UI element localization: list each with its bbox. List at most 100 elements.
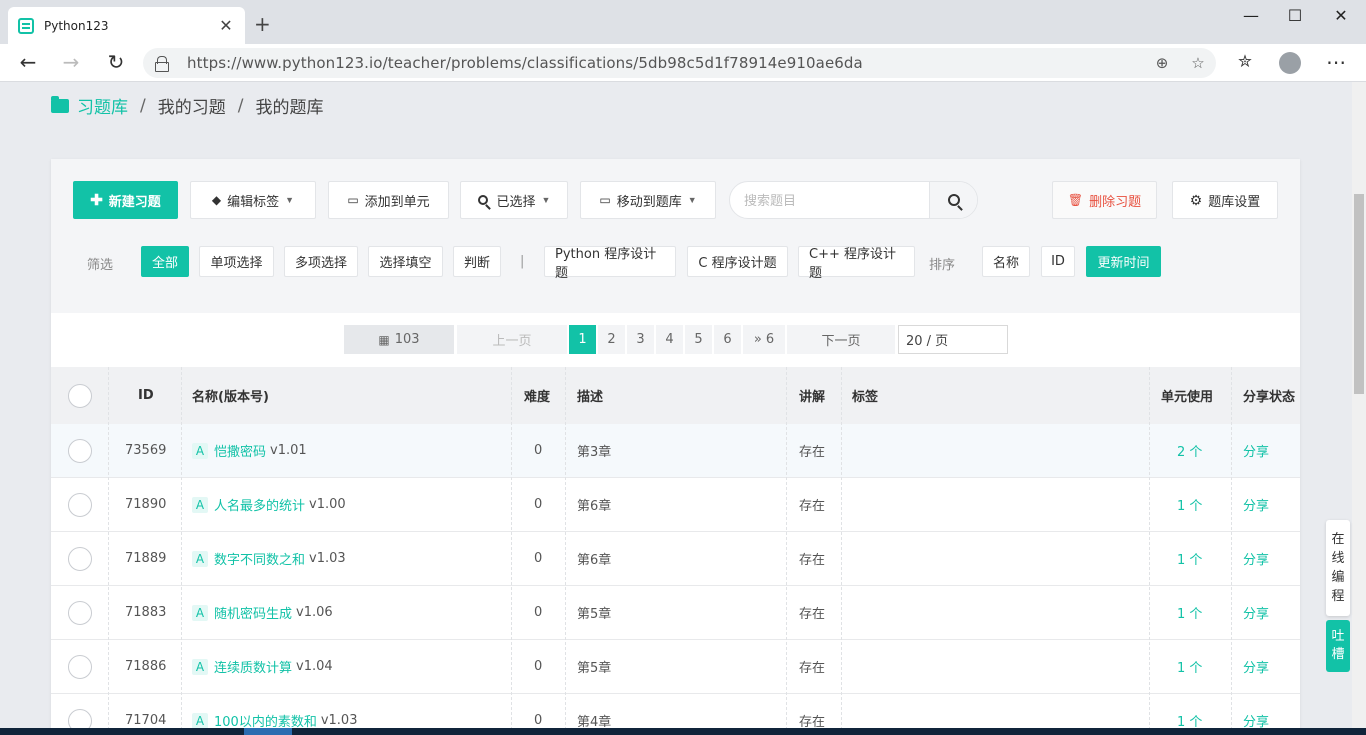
row-checkbox[interactable] [68, 586, 92, 639]
column-divider [108, 367, 109, 735]
row-select-circle[interactable] [68, 600, 92, 625]
add-to-unit-button[interactable]: ▭ 添加到单元 [328, 181, 449, 219]
reload-icon[interactable]: ↻ [103, 51, 129, 75]
problem-name-link[interactable]: 恺撒密码 [214, 441, 266, 460]
table-row[interactable]: 71886 A 连续质数计算 v1.04 0 第5章 存在 1 个 分享 [51, 640, 1300, 694]
taskbar-active-app[interactable] [244, 728, 292, 735]
inbox-icon: ▭ [599, 193, 611, 207]
sort-by-name[interactable]: 名称 [982, 246, 1030, 277]
problem-name-link[interactable]: 人名最多的统计 [214, 495, 305, 514]
toolbar: ✚ 新建习题 ◆ 编辑标签 ▼ ▭ 添加到单元 已选择 ▼ ▭ 移动到题库 ▼ [51, 159, 1300, 313]
row-difficulty: 0 [534, 551, 543, 566]
scrollbar-thumb[interactable] [1354, 194, 1364, 394]
filter-choice-fill[interactable]: 选择填空 [368, 246, 443, 277]
browser-tab[interactable]: Python123 ✕ [8, 7, 245, 44]
row-unit-usage-link[interactable]: 1 个 [1177, 532, 1202, 585]
page-scrollbar[interactable] [1352, 82, 1366, 735]
problem-name-link[interactable]: 数字不同数之和 [214, 549, 305, 568]
selected-dropdown[interactable]: 已选择 ▼ [460, 181, 568, 219]
table-row[interactable]: 71890 A 人名最多的统计 v1.00 0 第6章 存在 1 个 分享 [51, 478, 1300, 532]
row-share-link[interactable]: 分享 [1243, 424, 1269, 477]
table-row[interactable]: 71883 A 随机密码生成 v1.06 0 第5章 存在 1 个 分享 [51, 586, 1300, 640]
row-checkbox[interactable] [68, 640, 92, 693]
window-maximize-icon[interactable]: ☐ [1280, 6, 1310, 26]
filter-all[interactable]: 全部 [141, 246, 189, 277]
page-2[interactable]: 2 [598, 325, 625, 354]
prev-page-button[interactable]: 上一页 [457, 325, 567, 354]
row-share-link[interactable]: 分享 [1243, 586, 1269, 639]
row-share-link[interactable]: 分享 [1243, 532, 1269, 585]
last-page-button[interactable]: » 6 [743, 325, 785, 354]
delete-problem-button[interactable]: 🗑 删除习题 [1052, 181, 1157, 219]
page-3[interactable]: 3 [627, 325, 654, 354]
row-checkbox[interactable] [68, 478, 92, 531]
page-size-select[interactable]: 20 / 页 [898, 325, 1008, 354]
favorites-icon[interactable]: ✮ [1232, 51, 1258, 75]
more-icon[interactable]: ⋯ [1323, 51, 1349, 75]
total-count-value: 103 [394, 332, 420, 347]
filter-python-course[interactable]: Python 程序设计题 [544, 246, 676, 281]
row-share-link[interactable]: 分享 [1243, 478, 1269, 531]
row-share-link[interactable]: 分享 [1243, 640, 1269, 693]
row-checkbox[interactable] [68, 532, 92, 585]
filter-true-false[interactable]: 判断 [453, 246, 501, 277]
search-input[interactable] [730, 182, 930, 218]
url-field[interactable]: https://www.python123.io/teacher/problem… [143, 48, 1216, 78]
tab-close-icon[interactable]: ✕ [217, 16, 235, 35]
edit-tags-button[interactable]: ◆ 编辑标签 ▼ [190, 181, 316, 219]
window-minimize-icon[interactable]: — [1236, 6, 1266, 26]
row-unit-usage-link[interactable]: 1 个 [1177, 586, 1202, 639]
row-explanation: 存在 [799, 499, 826, 514]
new-problem-button[interactable]: ✚ 新建习题 [73, 181, 178, 219]
move-to-bank-button[interactable]: ▭ 移动到题库 ▼ [580, 181, 716, 219]
bank-settings-button[interactable]: ⚙ 题库设置 [1172, 181, 1278, 219]
new-tab-icon[interactable]: + [254, 12, 271, 36]
row-checkbox[interactable] [68, 424, 92, 477]
header-tags: 标签 [852, 390, 879, 405]
row-select-circle[interactable] [68, 438, 92, 463]
feedback-button[interactable]: 吐 槽 [1326, 620, 1350, 672]
page-4[interactable]: 4 [656, 325, 683, 354]
problem-name-link[interactable]: 连续质数计算 [214, 657, 292, 676]
row-select-circle[interactable] [68, 546, 92, 571]
filter-cpp-course[interactable]: C++ 程序设计题 [798, 246, 915, 281]
breadcrumb-problem-library[interactable]: 习题库 [77, 93, 128, 118]
header-difficulty[interactable]: 难度 [524, 367, 550, 424]
page-5[interactable]: 5 [685, 325, 712, 354]
favorite-star-icon[interactable]: ☆ [1180, 54, 1216, 72]
sort-by-update-time[interactable]: 更新时间 [1086, 246, 1161, 277]
online-coding-button[interactable]: 在 线 编 程 [1326, 520, 1350, 616]
problem-name-link[interactable]: 随机密码生成 [214, 603, 292, 622]
search-button[interactable] [929, 182, 977, 218]
profile-avatar[interactable] [1279, 52, 1301, 74]
row-unit-usage-link[interactable]: 1 个 [1177, 478, 1202, 531]
header-name[interactable]: 名称(版本号) [192, 367, 269, 424]
page-6[interactable]: 6 [714, 325, 741, 354]
header-unit-usage: 单元使用 [1161, 390, 1214, 405]
row-select-circle[interactable] [68, 492, 92, 517]
select-all-checkbox[interactable] [68, 367, 92, 424]
next-page-button[interactable]: 下一页 [787, 325, 895, 354]
row-unit-usage-link[interactable]: 1 个 [1177, 640, 1202, 693]
table-row[interactable]: 73569 A 恺撒密码 v1.01 0 第3章 存在 2 个 分享 [51, 424, 1300, 478]
problem-version: v1.03 [309, 551, 346, 566]
breadcrumb-my-problems[interactable]: 我的习题 [158, 93, 226, 118]
header-id[interactable]: ID [138, 367, 154, 424]
filter-single-choice[interactable]: 单项选择 [199, 246, 274, 277]
problem-type-badge: A [192, 442, 208, 459]
page-1[interactable]: 1 [569, 325, 596, 354]
sort-by-id[interactable]: ID [1041, 246, 1075, 277]
table-row[interactable]: 71889 A 数字不同数之和 v1.03 0 第6章 存在 1 个 分享 [51, 532, 1300, 586]
url-text[interactable]: https://www.python123.io/teacher/problem… [187, 54, 1144, 72]
window-close-icon[interactable]: ✕ [1326, 6, 1356, 26]
problem-type-badge: A [192, 604, 208, 621]
row-unit-usage-link[interactable]: 2 个 [1177, 424, 1202, 477]
select-all-circle[interactable] [68, 383, 92, 408]
filter-multiple-choice[interactable]: 多项选择 [284, 246, 358, 277]
online-coding-char: 在 [1331, 532, 1345, 547]
zoom-icon[interactable]: ⊕ [1144, 54, 1180, 72]
row-select-circle[interactable] [68, 654, 92, 679]
filter-c-course[interactable]: C 程序设计题 [687, 246, 788, 277]
back-icon[interactable]: ← [15, 51, 41, 75]
forward-icon[interactable]: → [58, 51, 84, 75]
